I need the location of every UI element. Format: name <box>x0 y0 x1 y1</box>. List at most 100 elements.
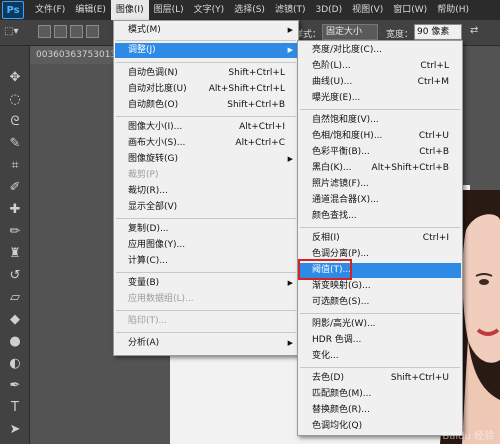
menu-item-black-white[interactable]: 黑白(K)... Alt+Shift+Ctrl+B <box>299 161 461 176</box>
eraser-icon[interactable]: ▱ <box>5 290 25 306</box>
item-label: 变量(B) <box>128 278 160 288</box>
menu-item-gradient-map[interactable]: 渐变映射(G)... <box>299 279 461 294</box>
menu-item-calculations[interactable]: 计算(C)... <box>115 254 297 269</box>
menu-item-exposure[interactable]: 曝光度(E)... <box>299 91 461 106</box>
menu-view[interactable]: 视图(V) <box>347 0 388 20</box>
item-label: 色彩平衡(B)... <box>312 147 370 157</box>
item-shortcut: Ctrl+B <box>419 147 449 157</box>
menu-item-adjustments[interactable]: 调整(J) ▶ <box>115 43 297 58</box>
menu-item-apply-image[interactable]: 应用图像(Y)... <box>115 238 297 253</box>
menu-item-auto-contrast[interactable]: 自动对比度(U) Alt+Shift+Ctrl+L <box>115 82 297 97</box>
width-input[interactable]: 90 像素 <box>414 24 462 40</box>
menu-item-image-size[interactable]: 图像大小(I)... Alt+Ctrl+I <box>115 120 297 135</box>
brush-tool-icon[interactable]: ✏ <box>5 224 25 240</box>
history-brush-icon[interactable]: ↺ <box>5 268 25 284</box>
menu-item-channel-mixer[interactable]: 通道混合器(X)... <box>299 193 461 208</box>
document-tab[interactable]: 00360363753013 <box>30 46 114 64</box>
menu-3d[interactable]: 3D(D) <box>310 0 347 20</box>
marquee-preset-icon[interactable]: ⬚▾ <box>4 26 18 37</box>
pen-tool-icon[interactable]: ✒ <box>5 378 25 394</box>
item-shortcut: Alt+Shift+Ctrl+B <box>371 163 449 173</box>
menu-item-mode[interactable]: 模式(M) ▶ <box>115 23 297 38</box>
menu-item-trap: 陷印(T)... <box>115 314 297 329</box>
menu-file[interactable]: 文件(F) <box>30 0 70 20</box>
swap-icon[interactable]: ⇄ <box>470 25 478 36</box>
menu-edit[interactable]: 编辑(E) <box>70 0 111 20</box>
menu-item-hdr-toning[interactable]: HDR 色调... <box>299 333 461 348</box>
menu-item-image-rotation[interactable]: 图像旋转(G) ▶ <box>115 152 297 167</box>
menu-item-selective-color[interactable]: 可选颜色(S)... <box>299 295 461 310</box>
item-label: 画布大小(S)... <box>128 138 186 148</box>
menu-item-variables[interactable]: 变量(B) ▶ <box>115 276 297 291</box>
type-tool-icon[interactable]: T <box>5 400 25 416</box>
subtract-selection-button[interactable] <box>70 25 83 38</box>
item-label: 色阶(L)... <box>312 61 351 71</box>
item-label: 颜色查找... <box>312 211 357 221</box>
menu-item-desaturate[interactable]: 去色(D) Shift+Ctrl+U <box>299 371 461 386</box>
separator <box>116 272 296 273</box>
separator <box>300 109 460 110</box>
menu-item-reveal-all[interactable]: 显示全部(V) <box>115 200 297 215</box>
lasso-tool-icon[interactable]: ᘓ <box>5 114 25 130</box>
eyedropper-icon[interactable]: ✐ <box>5 180 25 196</box>
item-label: 色调分离(P)... <box>312 249 370 259</box>
item-label: 去色(D) <box>312 373 344 383</box>
style-select[interactable]: 固定大小 <box>322 24 378 40</box>
menu-help[interactable]: 帮助(H) <box>432 0 474 20</box>
menu-image[interactable]: 图像(I) <box>110 0 149 20</box>
menu-item-photo-filter[interactable]: 照片滤镜(F)... <box>299 177 461 192</box>
menu-item-levels[interactable]: 色阶(L)... Ctrl+L <box>299 59 461 74</box>
item-shortcut: Shift+Ctrl+B <box>227 100 285 110</box>
menu-item-auto-tone[interactable]: 自动色调(N) Shift+Ctrl+L <box>115 66 297 81</box>
healing-brush-icon[interactable]: ✚ <box>5 202 25 218</box>
menu-item-vibrance[interactable]: 自然饱和度(V)... <box>299 113 461 128</box>
menu-item-apply-data-set: 应用数据组(L)... <box>115 292 297 307</box>
intersect-selection-button[interactable] <box>86 25 99 38</box>
menu-item-equalize[interactable]: 色调均化(Q) <box>299 419 461 434</box>
quick-select-icon[interactable]: ✎ <box>5 136 25 152</box>
menu-layer[interactable]: 图层(L) <box>149 0 189 20</box>
path-select-icon[interactable]: ➤ <box>5 422 25 438</box>
marquee-tool-icon[interactable]: ◌ <box>5 92 25 108</box>
item-label: 应用数据组(L)... <box>128 294 194 304</box>
menu-item-variations[interactable]: 变化... <box>299 349 461 364</box>
move-tool-icon[interactable]: ✥ <box>5 70 25 86</box>
menu-item-curves[interactable]: 曲线(U)... Ctrl+M <box>299 75 461 90</box>
menu-item-replace-color[interactable]: 替换颜色(R)... <box>299 403 461 418</box>
blur-tool-icon[interactable]: ● <box>5 334 25 350</box>
paint-bucket-icon[interactable]: ◆ <box>5 312 25 328</box>
item-label: 反相(I) <box>312 233 340 243</box>
menu-filter[interactable]: 滤镜(T) <box>270 0 311 20</box>
menu-item-canvas-size[interactable]: 画布大小(S)... Alt+Ctrl+C <box>115 136 297 151</box>
item-label: 照片滤镜(F)... <box>312 179 369 189</box>
photoshop-logo: Ps <box>2 1 24 19</box>
menu-window[interactable]: 窗口(W) <box>388 0 432 20</box>
item-label: 色调均化(Q) <box>312 421 363 431</box>
menu-item-match-color[interactable]: 匹配颜色(M)... <box>299 387 461 402</box>
separator <box>116 332 296 333</box>
menu-item-duplicate[interactable]: 复制(D)... <box>115 222 297 237</box>
menu-item-color-lookup[interactable]: 颜色查找... <box>299 209 461 224</box>
item-label: 阴影/高光(W)... <box>312 319 376 329</box>
menu-item-brightness-contrast[interactable]: 亮度/对比度(C)... <box>299 43 461 58</box>
menu-item-crop: 裁剪(P) <box>115 168 297 183</box>
menu-item-analysis[interactable]: 分析(A) ▶ <box>115 336 297 351</box>
menu-select[interactable]: 选择(S) <box>229 0 270 20</box>
menu-item-shadows-highlights[interactable]: 阴影/高光(W)... <box>299 317 461 332</box>
dodge-tool-icon[interactable]: ◐ <box>5 356 25 372</box>
crop-tool-icon[interactable]: ⌗ <box>5 158 25 174</box>
item-label: 计算(C)... <box>128 256 168 266</box>
menu-type[interactable]: 文字(Y) <box>189 0 230 20</box>
menu-item-hue-saturation[interactable]: 色相/饱和度(H)... Ctrl+U <box>299 129 461 144</box>
menu-item-auto-color[interactable]: 自动颜色(O) Shift+Ctrl+B <box>115 98 297 113</box>
add-selection-button[interactable] <box>54 25 67 38</box>
menu-item-color-balance[interactable]: 色彩平衡(B)... Ctrl+B <box>299 145 461 160</box>
item-shortcut: Alt+Ctrl+C <box>235 138 285 148</box>
menu-bar: Ps 文件(F) 编辑(E) 图像(I) 图层(L) 文字(Y) 选择(S) 滤… <box>0 0 500 20</box>
new-selection-button[interactable] <box>38 25 51 38</box>
submenu-arrow-icon: ▶ <box>287 279 293 287</box>
menu-item-invert[interactable]: 反相(I) Ctrl+I <box>299 231 461 246</box>
menu-item-trim[interactable]: 裁切(R)... <box>115 184 297 199</box>
clone-stamp-icon[interactable]: ♜ <box>5 246 25 262</box>
item-label: 渐变映射(G)... <box>312 281 371 291</box>
